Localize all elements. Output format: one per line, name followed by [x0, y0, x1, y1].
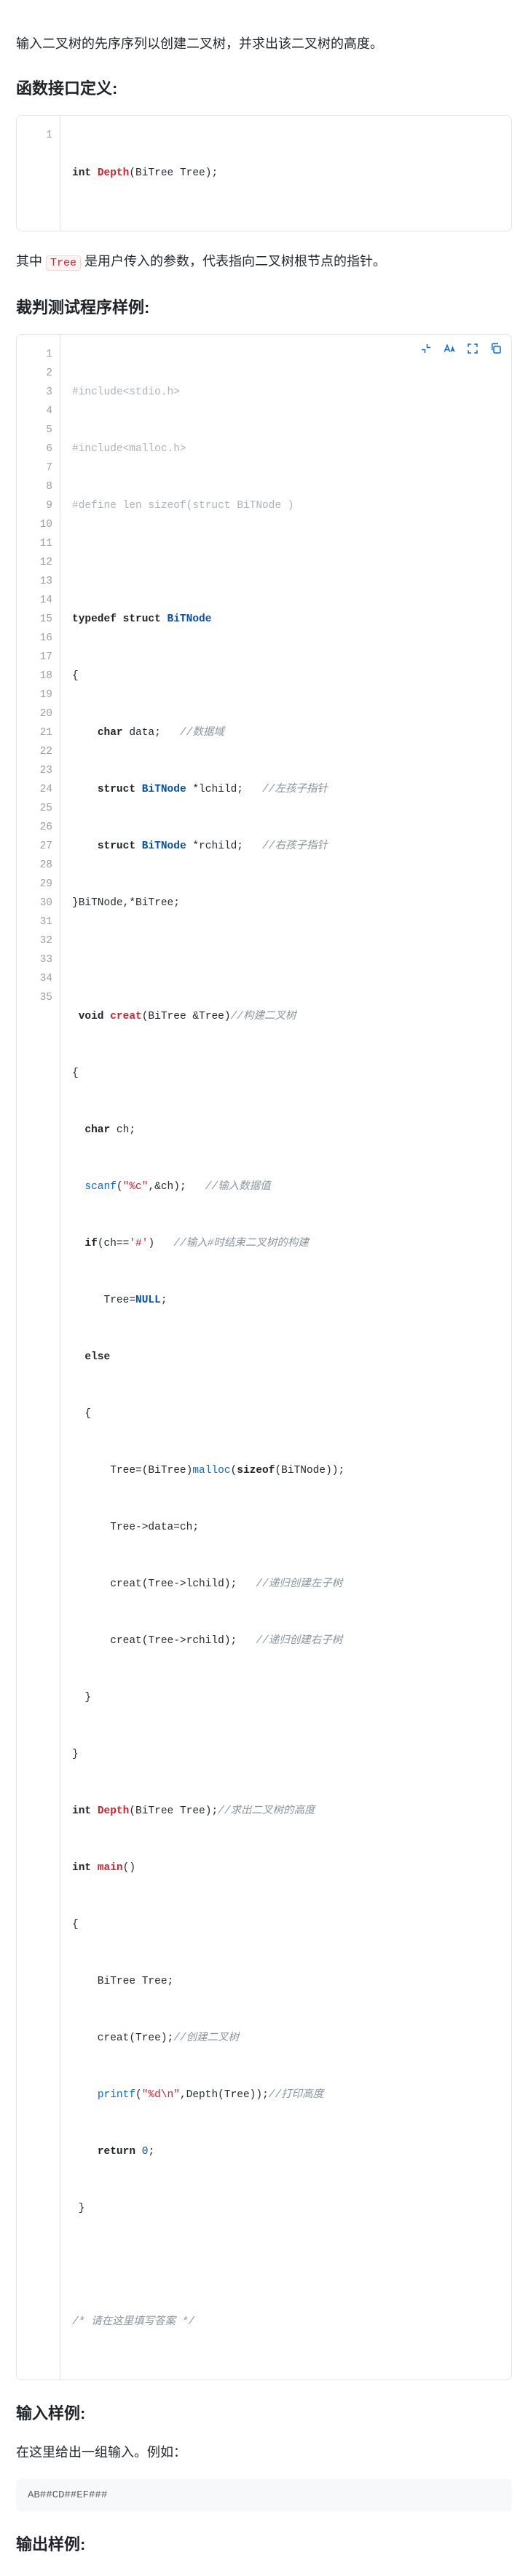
section-heading-output: 输出样例: [16, 2532, 512, 2555]
test-code-block: 1234567891011121314151617181920212223242… [16, 334, 512, 2380]
line-gutter: 1234567891011121314151617181920212223242… [17, 335, 60, 2380]
code-content: int Depth(BiTree Tree); [60, 116, 229, 231]
signature-code-block: 1 int Depth(BiTree Tree); [16, 115, 512, 231]
code-toolbar [419, 342, 503, 359]
section-heading-signature: 函数接口定义: [16, 76, 512, 99]
collapse-icon[interactable] [419, 342, 433, 359]
copy-icon[interactable] [489, 342, 503, 359]
output-description: 在这里给出相应的输出。例如： [16, 2571, 512, 2576]
line-gutter: 1 [17, 116, 60, 231]
problem-description: 输入二叉树的先序序列以创建二叉树，并求出该二叉树的高度。 [16, 32, 512, 55]
section-heading-test: 裁判测试程序样例: [16, 295, 512, 318]
code-content: #include<stdio.h> #include<malloc.h> #de… [60, 335, 356, 2380]
input-description: 在这里给出一组输入。例如： [16, 2440, 512, 2465]
param-description: 其中 Tree 是用户传入的参数，代表指向二叉树根节点的指针。 [16, 249, 512, 274]
section-heading-input: 输入样例: [16, 2401, 512, 2424]
input-sample-block: AB##CD##EF### [16, 2479, 512, 2511]
inline-code-tree: Tree [46, 255, 81, 271]
font-size-icon[interactable] [443, 342, 456, 359]
fullscreen-icon[interactable] [466, 342, 479, 359]
